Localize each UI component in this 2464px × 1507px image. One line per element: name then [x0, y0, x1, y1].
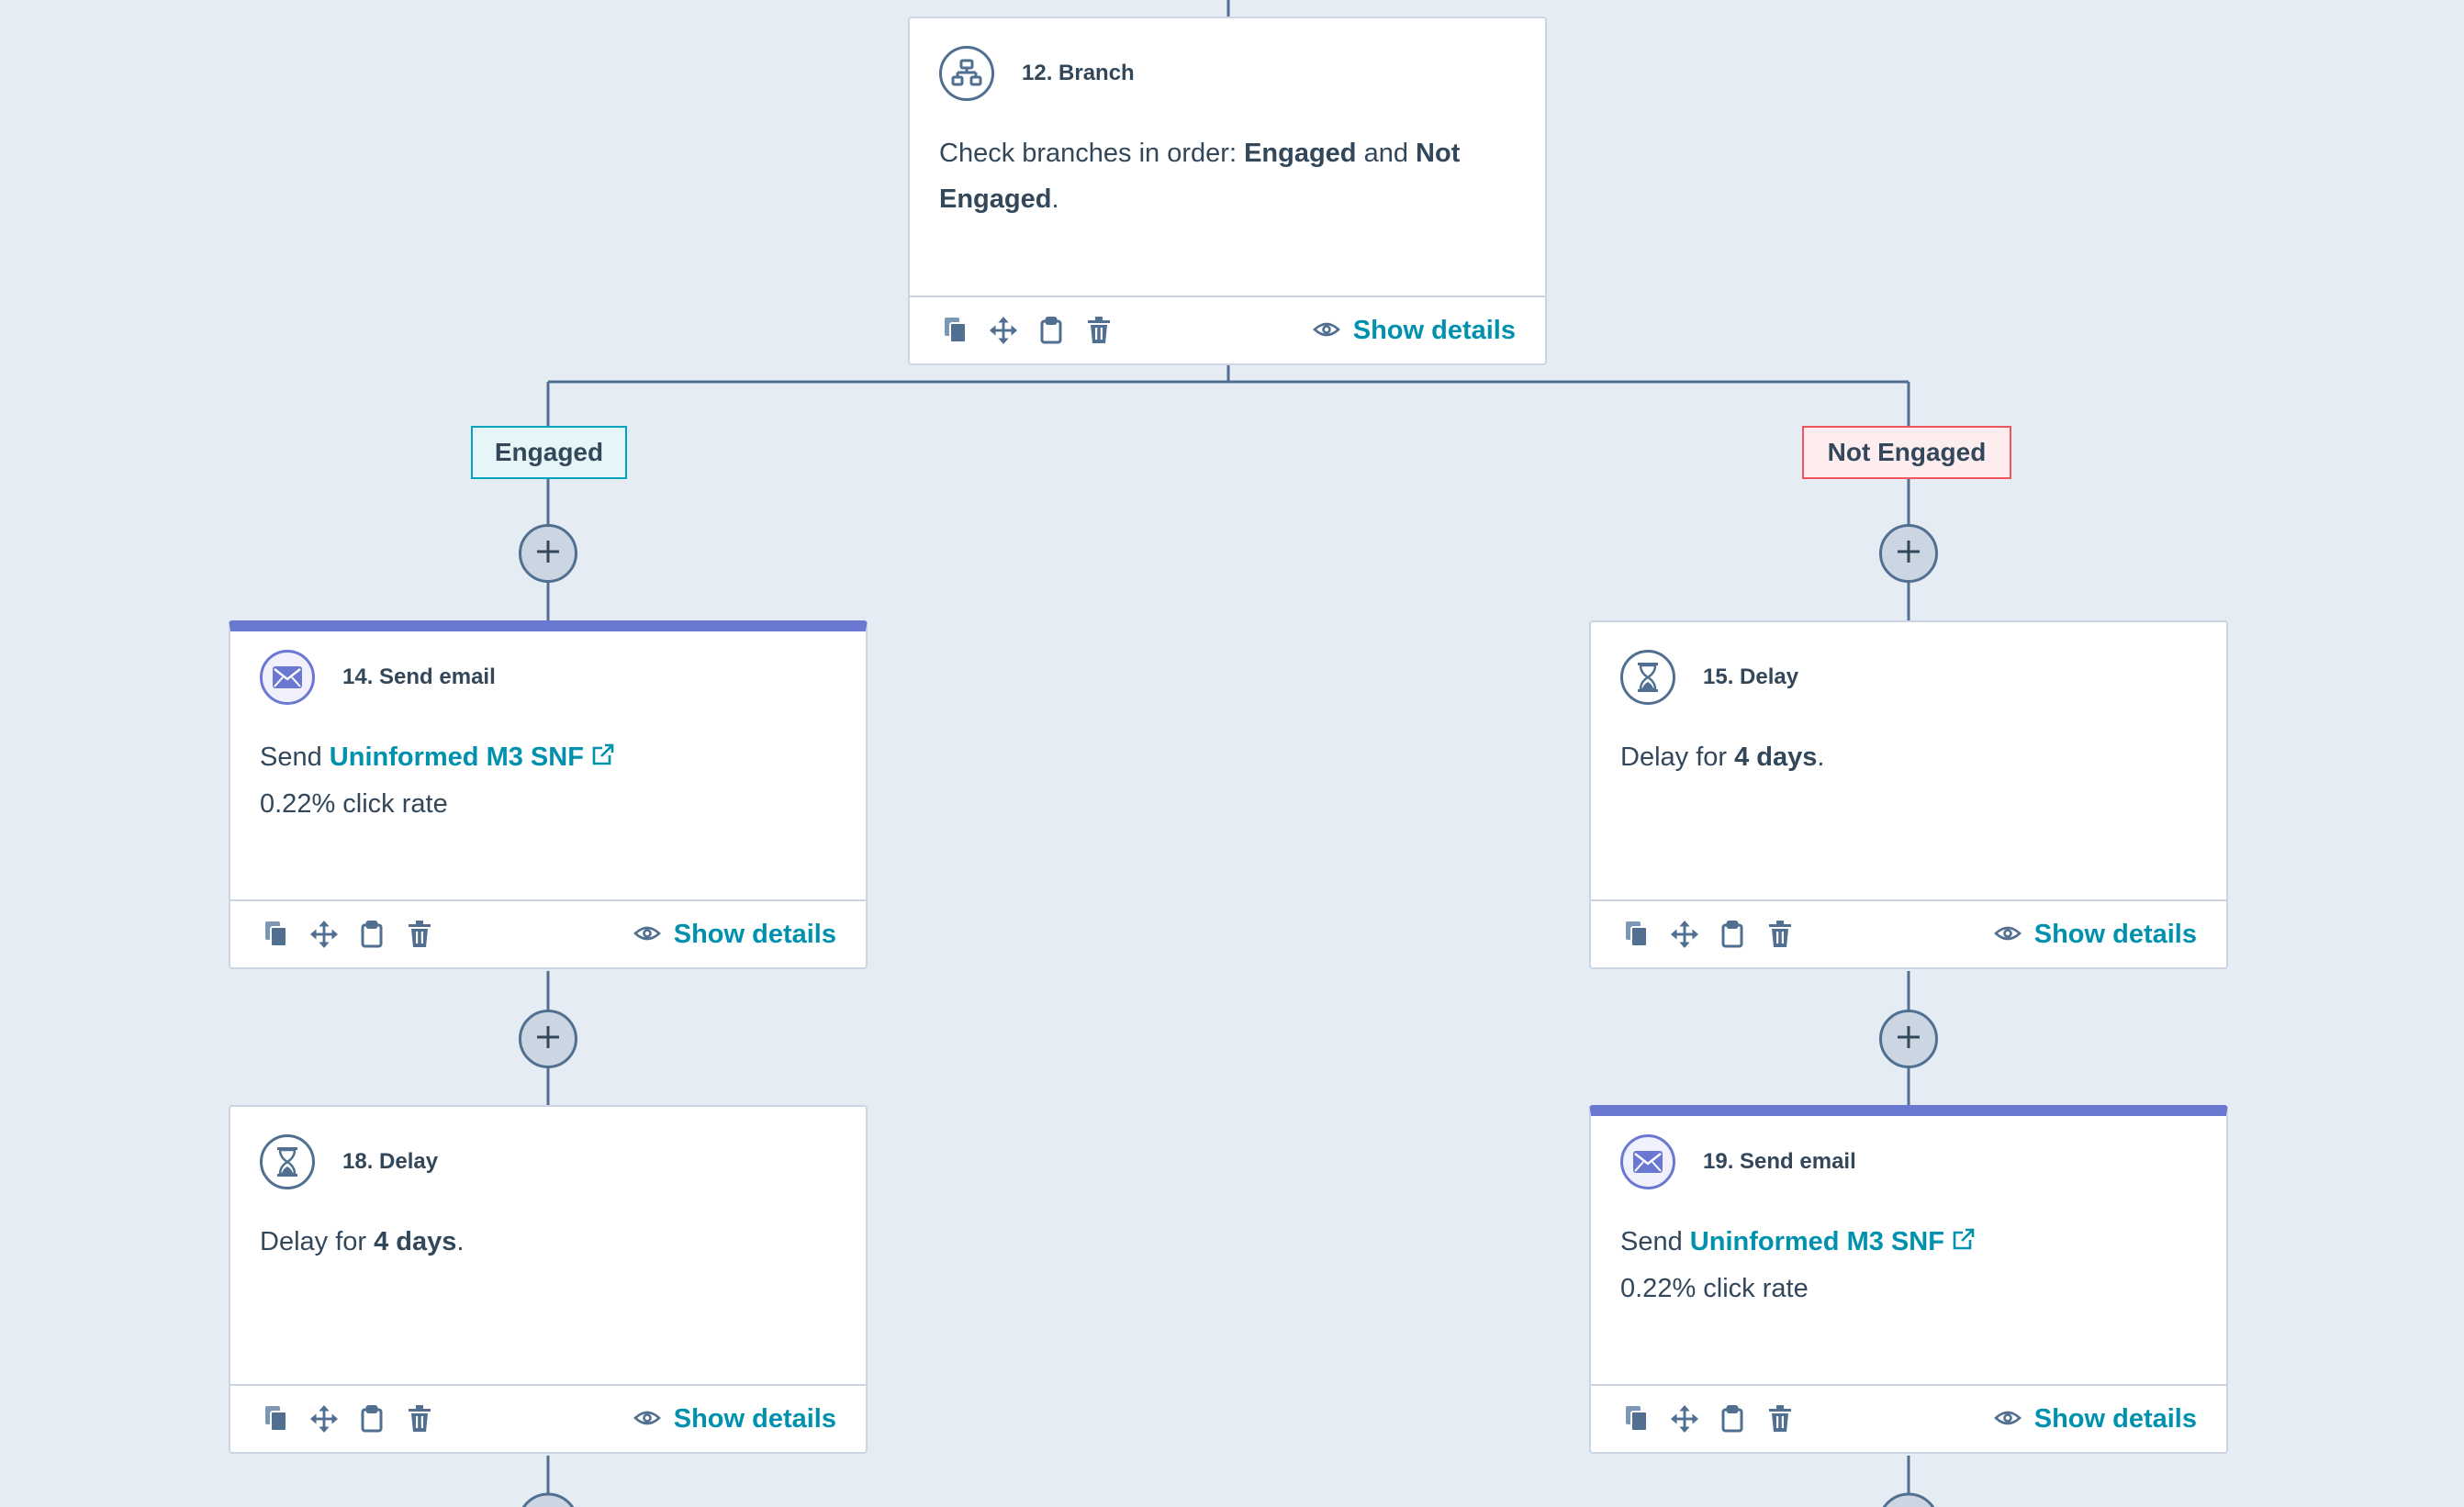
clipboard-icon[interactable]: [1718, 1404, 1747, 1434]
move-icon[interactable]: [309, 920, 339, 949]
move-icon[interactable]: [309, 1404, 339, 1434]
plus-icon: [535, 1024, 561, 1055]
show-details-button[interactable]: Show details: [1312, 316, 1516, 346]
eye-icon: [1993, 920, 2022, 950]
email-link[interactable]: Uninformed M3 SNF: [1690, 1227, 1944, 1256]
branch-icon: [939, 46, 994, 101]
copy-icon[interactable]: [1622, 920, 1652, 949]
trash-icon[interactable]: [1765, 920, 1795, 949]
card-title: 14. Send email: [342, 664, 496, 689]
move-icon[interactable]: [1670, 1404, 1699, 1434]
plus-icon: [535, 539, 561, 569]
send-email-action-card[interactable]: 19. Send email Send Uninformed M3 SNF 0.…: [1589, 1105, 2228, 1454]
eye-icon: [633, 1404, 661, 1434]
card-title: 19. Send email: [1703, 1149, 1856, 1174]
move-icon[interactable]: [989, 316, 1018, 345]
trash-icon[interactable]: [405, 920, 434, 949]
card-title: 18. Delay: [342, 1149, 439, 1174]
hourglass-icon: [260, 1134, 315, 1189]
branch-name-engaged: Engaged: [1244, 139, 1357, 168]
clipboard-icon[interactable]: [1718, 920, 1747, 949]
add-action-button[interactable]: [1879, 1010, 1938, 1068]
card-title: 15. Delay: [1703, 664, 1799, 689]
card-description: Send Uninformed M3 SNF 0.22% click rate: [260, 734, 836, 827]
eye-icon: [1993, 1404, 2022, 1434]
plus-icon: [1896, 1024, 1921, 1055]
eye-icon: [1312, 316, 1340, 346]
external-link-icon[interactable]: [1952, 1220, 1976, 1266]
move-icon[interactable]: [1670, 920, 1699, 949]
copy-icon[interactable]: [1622, 1404, 1652, 1434]
card-description: Delay for 4 days.: [1620, 742, 1825, 772]
show-details-button[interactable]: Show details: [633, 920, 836, 950]
delay-duration: 4 days: [374, 1227, 457, 1256]
external-link-icon[interactable]: [591, 735, 615, 781]
branch-label-not-engaged: Not Engaged: [1802, 426, 2011, 479]
card-description: Send Uninformed M3 SNF 0.22% click rate: [1620, 1219, 2197, 1312]
email-link[interactable]: Uninformed M3 SNF: [330, 742, 584, 772]
show-details-button[interactable]: Show details: [1993, 1404, 2197, 1434]
click-rate: 0.22% click rate: [1620, 1274, 1809, 1304]
show-details-button[interactable]: Show details: [1993, 920, 2197, 950]
add-action-button[interactable]: [519, 524, 577, 583]
plus-icon: [1896, 539, 1921, 569]
copy-icon[interactable]: [262, 920, 291, 949]
clipboard-icon[interactable]: [1036, 316, 1066, 345]
trash-icon[interactable]: [405, 1404, 434, 1434]
eye-icon: [633, 920, 661, 950]
click-rate: 0.22% click rate: [260, 789, 448, 820]
card-description: Check branches in order: Engaged and Not…: [939, 139, 1461, 214]
envelope-icon: [1620, 1134, 1675, 1189]
branch-action-card[interactable]: 12. Branch Check branches in order: Enga…: [908, 17, 1547, 365]
trash-icon[interactable]: [1765, 1404, 1795, 1434]
envelope-icon: [260, 650, 315, 705]
delay-duration: 4 days: [1734, 742, 1818, 772]
trash-icon[interactable]: [1084, 316, 1114, 345]
card-title: 12. Branch: [1022, 61, 1135, 85]
hourglass-icon: [1620, 650, 1675, 705]
copy-icon[interactable]: [941, 316, 970, 345]
add-action-button[interactable]: [519, 1010, 577, 1068]
add-action-button[interactable]: [1879, 524, 1938, 583]
delay-action-card[interactable]: 18. Delay Delay for 4 days. Show details: [229, 1105, 868, 1454]
card-description: Delay for 4 days.: [260, 1227, 465, 1256]
send-email-action-card[interactable]: 14. Send email Send Uninformed M3 SNF 0.…: [229, 620, 868, 969]
clipboard-icon[interactable]: [357, 920, 386, 949]
show-details-button[interactable]: Show details: [633, 1404, 836, 1434]
branch-label-engaged: Engaged: [471, 426, 627, 479]
copy-icon[interactable]: [262, 1404, 291, 1434]
clipboard-icon[interactable]: [357, 1404, 386, 1434]
delay-action-card[interactable]: 15. Delay Delay for 4 days. Show details: [1589, 620, 2228, 969]
